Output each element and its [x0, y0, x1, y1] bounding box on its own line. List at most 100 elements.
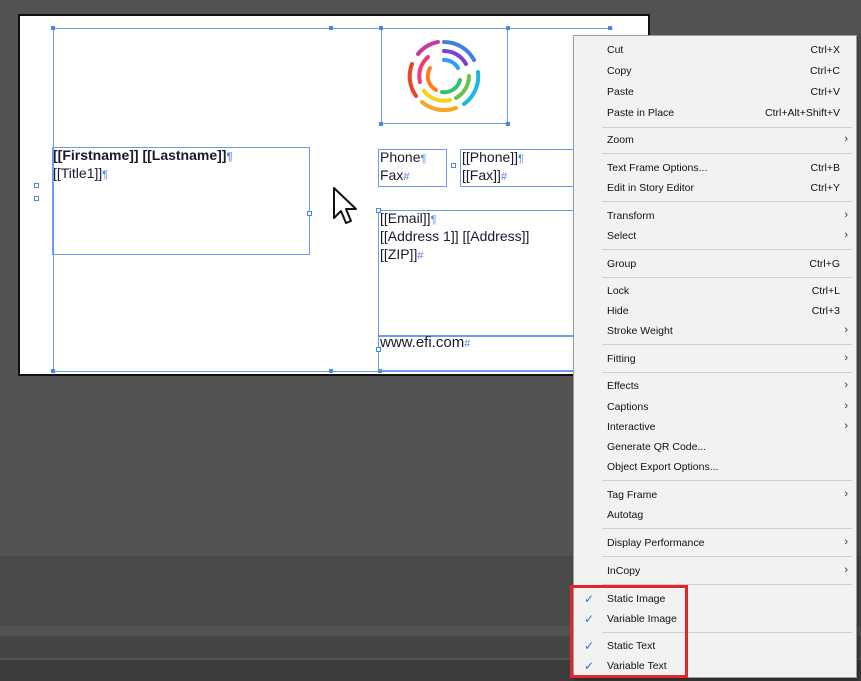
chevron-right-icon: ›	[844, 352, 848, 364]
menu-item-label: Text Frame Options...	[607, 162, 708, 174]
menu-item-label: Edit in Story Editor	[607, 182, 694, 194]
menu-item-transform[interactable]: Transform ›	[574, 206, 856, 226]
menu-item-stroke-weight[interactable]: Stroke Weight ›	[574, 321, 856, 341]
address-line: [[Address 1]] [[Address]]	[380, 228, 530, 244]
chevron-right-icon: ›	[844, 133, 848, 145]
menu-item-label: Paste	[607, 86, 634, 98]
menu-item-paste[interactable]: Paste Ctrl+V	[574, 82, 856, 102]
menu-item-fitting[interactable]: Fitting ›	[574, 349, 856, 369]
chevron-right-icon: ›	[844, 209, 848, 221]
logo-handle[interactable]	[506, 26, 510, 30]
logo-handle[interactable]	[379, 122, 383, 126]
frame-handle[interactable]	[376, 208, 381, 213]
end-of-story-mark: #	[417, 250, 424, 262]
website-text[interactable]: www.efi.com#	[380, 334, 470, 353]
fax-label-text[interactable]: Fax#	[380, 167, 409, 186]
menu-item-generate-qr-code[interactable]: Generate QR Code...	[574, 437, 856, 457]
menu-item-zoom[interactable]: Zoom ›	[574, 130, 856, 150]
menu-item-label: Display Performance	[607, 537, 705, 549]
menu-item-text-frame-options[interactable]: Text Frame Options... Ctrl+B	[574, 158, 856, 178]
menu-item-shortcut: Ctrl+G	[809, 258, 840, 270]
menu-item-cut[interactable]: Cut Ctrl+X	[574, 40, 856, 60]
spiral-logo-image	[407, 40, 481, 113]
menu-separator	[602, 344, 852, 345]
menu-item-label: Effects	[607, 380, 639, 392]
menu-separator	[602, 528, 852, 529]
menu-item-autotag[interactable]: Autotag	[574, 505, 856, 525]
group-handle[interactable]	[608, 26, 612, 30]
menu-separator	[602, 480, 852, 481]
menu-item-group[interactable]: Group Ctrl+G	[574, 254, 856, 274]
frame-handle[interactable]	[34, 196, 39, 201]
menu-item-shortcut: Ctrl+Alt+Shift+V	[765, 107, 840, 119]
logo-handle[interactable]	[506, 122, 510, 126]
chevron-right-icon: ›	[844, 420, 848, 432]
title-line: [[Title1]]	[53, 165, 103, 181]
pilcrow-mark: ¶	[226, 151, 233, 163]
pilcrow-mark: ¶	[518, 153, 524, 165]
menu-item-paste-in-place[interactable]: Paste in Place Ctrl+Alt+Shift+V	[574, 103, 856, 123]
title-text[interactable]: [[Title1]]¶	[53, 165, 108, 184]
menu-item-label: Copy	[607, 65, 632, 77]
name-text[interactable]: [[Firstname]] [[Lastname]]¶	[53, 147, 233, 166]
menu-item-incopy[interactable]: InCopy ›	[574, 561, 856, 581]
menu-item-label: Hide	[607, 305, 629, 317]
pilcrow-mark: ¶	[430, 214, 437, 226]
end-of-story-mark: #	[500, 171, 508, 183]
menu-item-label: Tag Frame	[607, 489, 658, 501]
menu-item-label: Stroke Weight	[607, 325, 673, 337]
menu-item-edit-in-story-editor[interactable]: Edit in Story Editor Ctrl+Y	[574, 178, 856, 198]
menu-item-captions[interactable]: Captions ›	[574, 397, 856, 417]
menu-item-object-export-options[interactable]: Object Export Options...	[574, 457, 856, 477]
frame-handle[interactable]	[376, 347, 381, 352]
menu-item-label: Autotag	[607, 509, 644, 521]
group-guide-left	[53, 28, 54, 373]
group-handle[interactable]	[329, 369, 333, 373]
menu-separator	[602, 201, 852, 202]
end-of-story-mark: #	[464, 338, 471, 350]
email-line: [[Email]]	[380, 210, 431, 226]
menu-item-hide[interactable]: Hide Ctrl+3	[574, 301, 856, 321]
logo-frame[interactable]	[381, 28, 508, 124]
menu-item-label: Cut	[607, 44, 624, 56]
frame-handle[interactable]	[34, 183, 39, 188]
name-line: [[Firstname]] [[Lastname]]	[53, 147, 227, 163]
context-menu[interactable]: Cut Ctrl+X Copy Ctrl+C Paste Ctrl+V Paste i…	[573, 35, 857, 678]
menu-item-interactive[interactable]: Interactive ›	[574, 417, 856, 437]
group-handle[interactable]	[51, 26, 55, 30]
frame-handle[interactable]	[451, 163, 456, 168]
menu-item-tag-frame[interactable]: Tag Frame ›	[574, 485, 856, 505]
address-text[interactable]: [[Address 1]] [[Address]]	[380, 228, 529, 245]
pilcrow-mark: ¶	[420, 153, 427, 165]
menu-item-label: Select	[607, 230, 637, 242]
menu-separator	[602, 372, 852, 373]
menu-item-copy[interactable]: Copy Ctrl+C	[574, 61, 856, 81]
phone-value: [[Phone]]	[462, 149, 519, 165]
menu-item-label: Fitting	[607, 353, 636, 365]
menu-item-lock[interactable]: Lock Ctrl+L	[574, 281, 856, 301]
group-handle[interactable]	[51, 369, 55, 373]
menu-item-display-performance[interactable]: Display Performance ›	[574, 533, 856, 553]
group-guide-bottom	[53, 371, 613, 372]
zip-text[interactable]: [[ZIP]]#	[380, 246, 423, 265]
logo-handle[interactable]	[379, 26, 383, 30]
phone-value-text[interactable]: [[Phone]]¶	[462, 149, 524, 168]
chevron-right-icon: ›	[844, 536, 848, 548]
highlight-box	[570, 585, 688, 678]
menu-item-label: InCopy	[607, 565, 641, 577]
fax-value: [[Fax]]	[462, 167, 501, 183]
group-handle[interactable]	[329, 26, 333, 30]
zip-line: [[ZIP]]	[380, 246, 418, 262]
menu-item-select[interactable]: Select ›	[574, 226, 856, 246]
fax-value-text[interactable]: [[Fax]]#	[462, 167, 507, 186]
menu-separator	[602, 127, 852, 128]
chevron-right-icon: ›	[844, 379, 848, 391]
frame-handle[interactable]	[307, 211, 312, 216]
email-text[interactable]: [[Email]]¶	[380, 210, 437, 229]
menu-item-label: Transform	[607, 210, 655, 222]
menu-item-shortcut: Ctrl+3	[811, 305, 840, 317]
menu-item-shortcut: Ctrl+V	[810, 86, 840, 98]
menu-item-effects[interactable]: Effects ›	[574, 376, 856, 396]
phone-label-text[interactable]: Phone¶	[380, 149, 426, 168]
menu-item-shortcut: Ctrl+Y	[810, 182, 840, 194]
